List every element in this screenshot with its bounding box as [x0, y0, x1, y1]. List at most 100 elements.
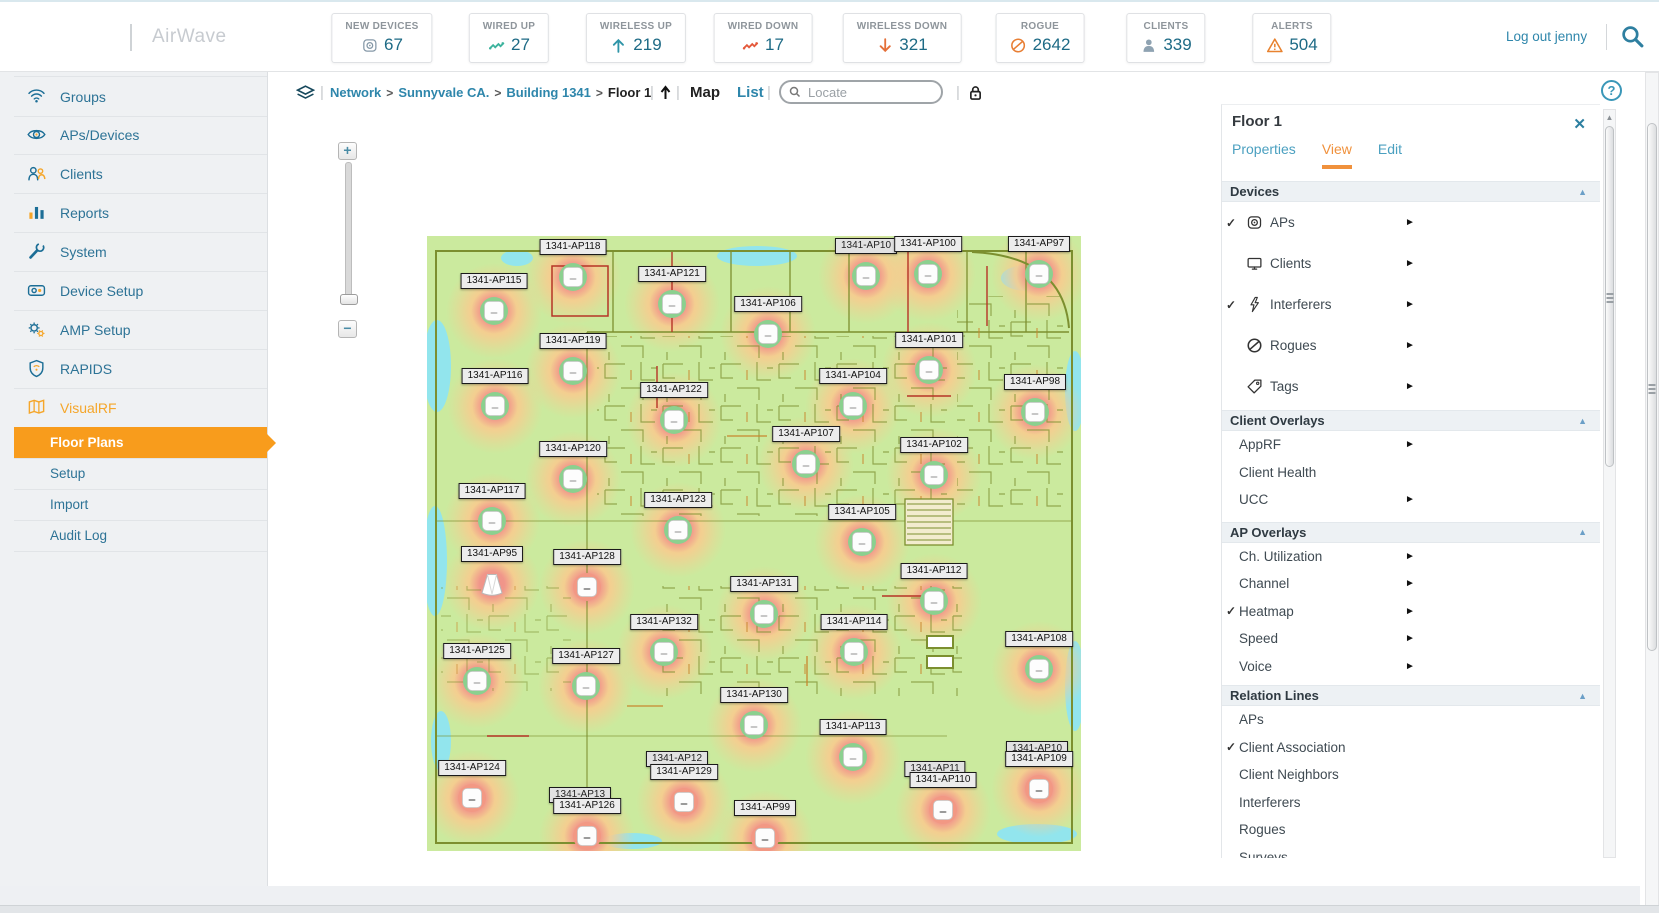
ap-label[interactable]: 1341-AP102 [900, 437, 968, 453]
panel-row-voice[interactable]: Voice► [1222, 653, 1600, 681]
help-icon[interactable]: ? [1601, 80, 1622, 101]
ap-label[interactable]: 1341-AP122 [640, 382, 708, 398]
ap-marker[interactable] [650, 638, 678, 666]
breadcrumb-network[interactable]: Network [330, 85, 381, 100]
ap-label[interactable]: 1341-AP114 [821, 614, 888, 630]
floorplan-canvas[interactable]: 1341-AP101341-AP121341-AP131341-AP111341… [427, 236, 1081, 851]
expand-right-icon[interactable]: ► [1405, 494, 1415, 505]
ap-marker[interactable] [1025, 655, 1053, 683]
scroll-up-icon[interactable]: ▲ [1606, 113, 1614, 122]
sidebar-item-rapids[interactable]: RAPIDS [14, 349, 267, 389]
panel-row-clients[interactable]: Clients► [1222, 243, 1600, 284]
ap-label[interactable]: 1341-AP117 [459, 483, 526, 499]
ap-marker[interactable] [840, 638, 868, 666]
panel-row-tags[interactable]: Tags► [1222, 366, 1600, 407]
expand-right-icon[interactable]: ► [1405, 661, 1415, 672]
layers-icon[interactable] [296, 76, 315, 109]
lock-icon[interactable] [969, 76, 982, 109]
ap-label[interactable]: 1341-AP115 [461, 273, 528, 289]
ap-label-partial[interactable]: 1341-AP10 [835, 238, 897, 254]
expand-right-icon[interactable]: ► [1405, 217, 1415, 228]
panel-row-apprf[interactable]: AppRF► [1222, 431, 1600, 459]
stat-wired-down[interactable]: WIRED DOWN17 [714, 13, 813, 63]
ap-label[interactable]: 1341-AP107 [772, 426, 840, 442]
ap-marker[interactable] [559, 465, 587, 493]
ap-label[interactable]: 1341-AP121 [638, 266, 706, 282]
ap-label[interactable]: 1341-AP116 [462, 368, 529, 384]
ap-label[interactable]: 1341-AP106 [734, 296, 802, 312]
zoom-slider-track[interactable] [345, 162, 352, 302]
expand-right-icon[interactable]: ► [1405, 578, 1415, 589]
ap-marker[interactable] [481, 392, 509, 420]
ap-marker[interactable] [852, 262, 880, 290]
search-icon[interactable] [1620, 24, 1646, 50]
ap-label[interactable]: 1341-AP108 [1005, 631, 1073, 647]
panel-row-rogues[interactable]: Rogues► [1222, 325, 1600, 366]
sidebar-item-reports[interactable]: Reports [14, 193, 267, 233]
sidebar-item-amp-setup[interactable]: AMP Setup [14, 310, 267, 350]
ap-marker[interactable] [1025, 260, 1053, 288]
ap-marker[interactable] [559, 263, 587, 291]
expand-right-icon[interactable]: ► [1405, 606, 1415, 617]
panel-row-client-neighbors[interactable]: Client Neighbors [1222, 761, 1600, 789]
ap-marker[interactable] [572, 672, 600, 700]
panel-row-interferers[interactable]: Interferers [1222, 789, 1600, 817]
sidebar-item-import[interactable]: Import [14, 489, 267, 521]
ap-label[interactable]: 1341-AP99 [734, 800, 796, 816]
sidebar-item-aps-devices[interactable]: APs/Devices [14, 115, 267, 155]
ap-label[interactable]: 1341-AP113 [820, 719, 887, 735]
collapse-icon[interactable]: ▲ [1578, 527, 1587, 537]
ap-label[interactable]: 1341-AP126 [553, 798, 621, 814]
breadcrumb-sunnyvale-ca-[interactable]: Sunnyvale CA. [398, 85, 489, 100]
expand-right-icon[interactable]: ► [1405, 633, 1415, 644]
ap-marker[interactable] [559, 357, 587, 385]
stat-alerts[interactable]: ALERTS504 [1252, 13, 1331, 63]
ap-label[interactable]: 1341-AP125 [443, 643, 511, 659]
ap-label[interactable]: 1341-AP118 [540, 239, 607, 255]
ap-label[interactable]: 1341-AP104 [819, 368, 887, 384]
expand-right-icon[interactable]: ► [1405, 439, 1415, 450]
ap-marker[interactable] [740, 711, 768, 739]
tab-map[interactable]: Map [690, 76, 720, 109]
panel-scrollbar-thumb[interactable] [1605, 126, 1614, 467]
ap-label[interactable]: 1341-AP95 [461, 546, 523, 562]
sidebar-item-device-setup[interactable]: Device Setup [14, 271, 267, 311]
zoom-slider-handle[interactable] [340, 294, 358, 305]
expand-right-icon[interactable]: ► [1405, 299, 1415, 310]
ap-marker[interactable] [664, 516, 692, 544]
ap-marker[interactable] [463, 667, 491, 695]
ap-label[interactable]: 1341-AP119 [540, 333, 607, 349]
panel-row-interferers[interactable]: ✓Interferers► [1222, 284, 1600, 325]
ap-marker[interactable] [1021, 398, 1049, 426]
panel-row-channel[interactable]: Channel► [1222, 570, 1600, 598]
ap-marker[interactable] [915, 356, 943, 384]
ap-marker[interactable] [839, 743, 867, 771]
panel-row-client-health[interactable]: Client Health [1222, 459, 1600, 487]
sidebar-item-setup[interactable]: Setup [14, 458, 267, 490]
ap-label[interactable]: 1341-AP109 [1005, 751, 1073, 767]
ap-marker[interactable] [792, 450, 820, 478]
ap-label[interactable]: 1341-AP130 [720, 687, 788, 703]
floorplan-svg[interactable] [427, 236, 1081, 851]
ap-label[interactable]: 1341-AP98 [1004, 374, 1066, 390]
ap-label[interactable]: 1341-AP97 [1008, 236, 1070, 252]
ap-label[interactable]: 1341-AP127 [552, 648, 620, 664]
sidebar-item-visualrf[interactable]: VisualRF [14, 388, 267, 428]
ap-marker[interactable] [929, 796, 957, 824]
panel-tab-properties[interactable]: Properties [1232, 141, 1296, 169]
ap-marker[interactable] [754, 320, 782, 348]
ap-label[interactable]: 1341-AP132 [630, 614, 698, 630]
stat-rogue[interactable]: ROGUE2642 [996, 13, 1085, 63]
ap-label[interactable]: 1341-AP110 [910, 772, 977, 788]
panel-scrollbar[interactable]: ▲ [1603, 109, 1616, 858]
ap-marker[interactable] [920, 461, 948, 489]
ap-marker[interactable] [480, 297, 508, 325]
window-scrollbar-thumb[interactable] [1647, 123, 1657, 651]
expand-right-icon[interactable]: ► [1405, 551, 1415, 562]
stat-wired-up[interactable]: WIRED UP27 [469, 13, 549, 63]
panel-row-speed[interactable]: Speed► [1222, 625, 1600, 653]
stat-wireless-up[interactable]: WIRELESS UP219 [586, 13, 686, 63]
stat-wireless-down[interactable]: WIRELESS DOWN321 [843, 13, 962, 63]
collapse-icon[interactable]: ▲ [1578, 416, 1587, 426]
sidebar-item-audit-log[interactable]: Audit Log [14, 520, 267, 552]
